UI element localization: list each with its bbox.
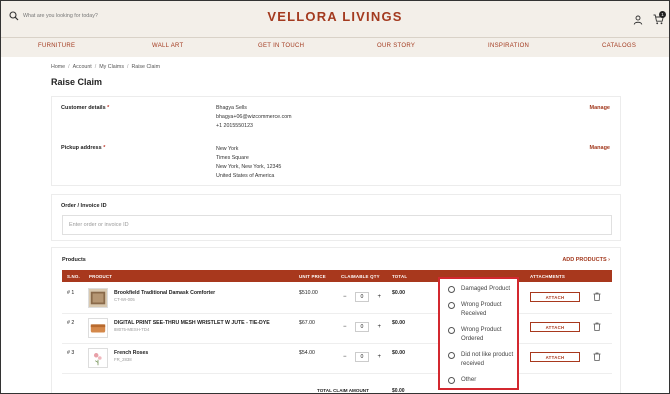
- row-sno: # 1: [67, 290, 75, 296]
- col-claimable-qty: CLAIMABLE QTY: [341, 273, 380, 279]
- quantity-input[interactable]: 0: [355, 291, 369, 302]
- product-sku: 88075-MESH-TD4: [114, 327, 150, 332]
- row-sno: # 2: [67, 320, 75, 326]
- customer-details-label: Customer details *: [61, 105, 110, 111]
- row-total: $0.00: [392, 290, 405, 296]
- reason-option-wrong-ordered[interactable]: Wrong Product Ordered: [448, 326, 521, 343]
- breadcrumb-account[interactable]: Account: [73, 64, 92, 70]
- pickup-line-2: Times Square: [216, 155, 249, 161]
- nav-item-inspiration[interactable]: INSPIRATION: [488, 43, 529, 49]
- products-card: Products ADD PRODUCTS › S.NO. PRODUCT UN…: [51, 247, 621, 394]
- order-id-label: Order / Invoice ID: [61, 203, 107, 209]
- quantity-stepper: − 0 +: [343, 291, 381, 302]
- order-card: Order / Invoice ID Enter order or invoic…: [51, 194, 621, 241]
- trash-icon[interactable]: [593, 292, 601, 301]
- decrement-button[interactable]: −: [343, 354, 347, 360]
- order-id-input[interactable]: Enter order or invoice ID: [62, 215, 612, 235]
- nav-item-furniture[interactable]: FURNITURE: [38, 43, 75, 49]
- reason-option-damaged[interactable]: Damaged Product: [448, 285, 521, 294]
- pickup-address-label: Pickup address *: [61, 145, 106, 151]
- row-sno: # 3: [67, 350, 75, 356]
- customer-name: Bhagya Sells: [216, 105, 247, 111]
- row-total: $0.00: [392, 320, 405, 326]
- page: What are you looking for today? VELLORA …: [0, 0, 670, 394]
- row-total: $0.00: [392, 350, 405, 356]
- nav-item-catalogs[interactable]: CATALOGS: [602, 43, 636, 49]
- breadcrumb: Home / Account / My Claims / Raise Claim: [51, 64, 161, 70]
- col-unit-price: UNIT PRICE: [299, 273, 326, 279]
- reason-option-other[interactable]: Other: [448, 376, 521, 385]
- col-total: TOTAL: [392, 273, 408, 279]
- table-row: # 3 French Roses FR_2838 $54.00 − 0 + $0…: [62, 344, 612, 374]
- trash-icon[interactable]: [593, 322, 601, 331]
- top-header: What are you looking for today? VELLORA …: [1, 1, 669, 37]
- total-claim-value: $0.00: [392, 388, 405, 394]
- pickup-line-4: United States of America: [216, 173, 275, 179]
- products-table-header: S.NO. PRODUCT UNIT PRICE CLAIMABLE QTY T…: [62, 270, 612, 282]
- nav-item-get-in-touch[interactable]: GET IN TOUCH: [258, 43, 304, 49]
- unit-price: $510.00: [299, 290, 318, 296]
- manage-customer-button[interactable]: Manage: [590, 105, 610, 111]
- attach-button[interactable]: ATTACH: [530, 292, 580, 302]
- add-products-button[interactable]: ADD PRODUCTS ›: [562, 257, 610, 263]
- breadcrumb-current: Raise Claim: [131, 64, 161, 70]
- breadcrumb-home[interactable]: Home: [51, 64, 65, 70]
- customer-phone: +1 2015550123: [216, 123, 253, 129]
- radio-button[interactable]: [448, 351, 455, 359]
- radio-button[interactable]: [448, 326, 455, 334]
- nav-item-our-story[interactable]: OUR STORY: [377, 43, 415, 49]
- radio-button[interactable]: [448, 376, 455, 384]
- page-title: Raise Claim: [51, 77, 103, 87]
- pickup-line-1: New York: [216, 146, 239, 152]
- nav-item-wall-art[interactable]: WALL ART: [152, 43, 184, 49]
- breadcrumb-my-claims[interactable]: My Claims: [99, 64, 124, 70]
- quantity-input[interactable]: 0: [355, 321, 369, 332]
- product-sku: CT-WI-005: [114, 297, 135, 302]
- product-name: DIGITAL PRINT SEE-THRU MESH WRISTLET W J…: [114, 320, 270, 326]
- details-card: Customer details * Bhagya Sells bhagya+0…: [51, 96, 621, 186]
- claim-reason-dropdown: Damaged Product Wrong Product Received W…: [438, 277, 519, 390]
- brand-logo[interactable]: VELLORA LIVINGS: [1, 9, 669, 24]
- product-name: Brookfield Traditional Damask Comforter: [114, 290, 216, 296]
- quantity-input[interactable]: 0: [355, 351, 369, 362]
- decrement-button[interactable]: −: [343, 294, 347, 300]
- radio-button[interactable]: [448, 301, 455, 309]
- increment-button[interactable]: +: [377, 324, 381, 330]
- products-title: Products: [62, 257, 86, 263]
- reason-option-did-not-like[interactable]: Did not like product received: [448, 351, 521, 368]
- product-name: French Roses: [114, 350, 149, 356]
- radio-button[interactable]: [448, 285, 455, 293]
- increment-button[interactable]: +: [377, 294, 381, 300]
- customer-email: bhagya+06@wizcommerce.com: [216, 114, 292, 120]
- product-thumbnail-comforter: [88, 288, 108, 308]
- cart-count-badge: 1: [659, 11, 666, 18]
- product-thumbnail-roses: [88, 348, 108, 368]
- col-sno: S.NO.: [67, 273, 80, 279]
- unit-price: $67.00: [299, 320, 315, 326]
- user-icon[interactable]: [633, 15, 643, 25]
- table-row: # 2 DIGITAL PRINT SEE-THRU MESH WRISTLET…: [62, 314, 612, 344]
- attach-button[interactable]: ATTACH: [530, 322, 580, 332]
- manage-pickup-button[interactable]: Manage: [590, 145, 610, 151]
- table-row: # 1 Brookfield Traditional Damask Comfor…: [62, 284, 612, 314]
- unit-price: $54.00: [299, 350, 315, 356]
- product-sku: FR_2838: [114, 357, 132, 362]
- attach-button[interactable]: ATTACH: [530, 352, 580, 362]
- quantity-stepper: − 0 +: [343, 351, 381, 362]
- col-product: PRODUCT: [89, 273, 113, 279]
- pickup-line-3: New York, New York, 12345: [216, 164, 282, 170]
- quantity-stepper: − 0 +: [343, 321, 381, 332]
- col-attachments: ATTACHMENTS: [530, 273, 565, 279]
- reason-option-wrong-received[interactable]: Wrong Product Received: [448, 301, 521, 318]
- trash-icon[interactable]: [593, 352, 601, 361]
- product-thumbnail-wristlet: [88, 318, 108, 338]
- main-nav: FURNITURE WALL ART GET IN TOUCH OUR STOR…: [1, 37, 669, 57]
- decrement-button[interactable]: −: [343, 324, 347, 330]
- total-claim-label: TOTAL CLAIM AMOUNT: [317, 388, 369, 393]
- increment-button[interactable]: +: [377, 354, 381, 360]
